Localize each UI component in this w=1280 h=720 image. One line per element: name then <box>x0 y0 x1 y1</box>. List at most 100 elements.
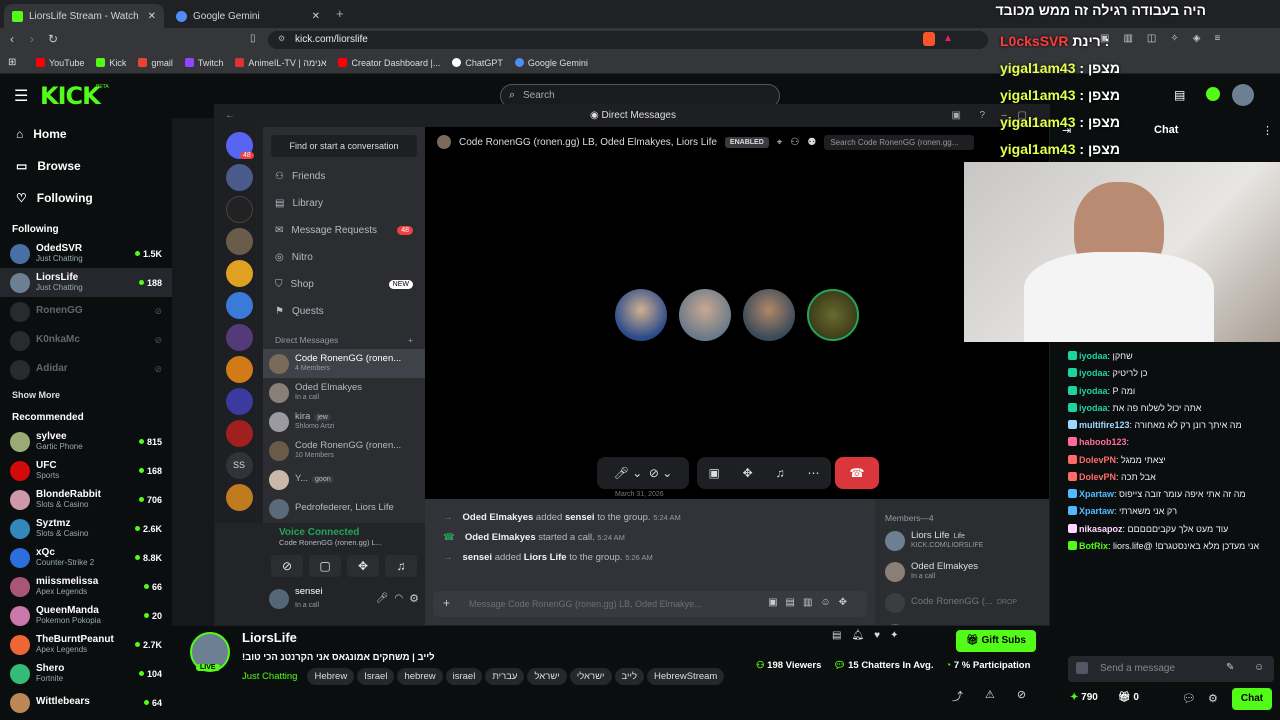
hamburger-menu-icon[interactable]: ☰ <box>14 86 28 106</box>
participant-avatar[interactable] <box>615 289 667 341</box>
follow-heart-icon[interactable]: ♥ <box>874 630 880 641</box>
chat-username[interactable]: iyodaa <box>1079 386 1108 396</box>
stream-tag[interactable]: עברית <box>485 668 525 685</box>
screen-share-icon[interactable]: ▢ <box>309 555 341 577</box>
report-icon[interactable]: ⚠ <box>985 688 995 704</box>
stream-tag[interactable]: Israel <box>357 668 395 685</box>
server-icon[interactable] <box>225 420 253 447</box>
stream-tag[interactable]: Hebrew <box>307 668 355 685</box>
dm-conversation[interactable]: Code RonenGG (ronen... 10 Members <box>263 436 425 465</box>
members-icon[interactable]: ⚉ <box>807 137 816 148</box>
dm-conversation[interactable]: kira jew Shlomo Artzi <box>263 407 425 436</box>
help-icon[interactable]: ? <box>979 105 985 127</box>
clip-icon[interactable]: ▤ <box>832 630 841 641</box>
message-actor[interactable]: Oded Elmakyes <box>465 532 536 543</box>
following-channel[interactable]: Adidar ⊘ <box>0 355 172 384</box>
streamer-name[interactable]: LiorsLife <box>242 630 297 645</box>
recommended-channel[interactable]: xQc Counter-Strike 2 8.8K <box>0 543 172 572</box>
bookmark-chatgpt[interactable]: ChatGPT <box>452 58 503 68</box>
kick-logo[interactable]: KICK <box>40 82 101 110</box>
server-icon[interactable] <box>225 292 253 319</box>
voice-channel[interactable]: Code RonenGG (ronen.gg) L... <box>263 538 425 547</box>
recommended-channel[interactable]: sylvee Gartic Phone 815 <box>0 427 172 456</box>
settings-gear-icon[interactable]: ⚙ <box>409 592 419 605</box>
dm-nav-shop[interactable]: ⛉ Shop NEW <box>263 271 425 298</box>
mute-icon[interactable]: ⊘ <box>1017 688 1026 704</box>
mic-icon[interactable]: 🎤︎ <box>376 593 389 604</box>
bookmark-animeil[interactable]: AnimeIL-TV | אנימה <box>235 58 326 68</box>
recommended-channel[interactable]: BlondeRabbit Slots & Casino 706 <box>0 485 172 514</box>
server-icon[interactable] <box>225 196 253 223</box>
server-icon[interactable] <box>225 260 253 287</box>
add-friends-icon[interactable]: ⚇ <box>790 137 799 148</box>
member-item[interactable]: sensei <box>875 618 1049 625</box>
bookmark-kick[interactable]: Kick <box>96 58 126 68</box>
disconnect-call-button[interactable]: ☎ <box>835 457 879 489</box>
recommended-channel[interactable]: Wittlebears 64 <box>0 688 172 717</box>
chat-username[interactable]: iyodaa <box>1079 368 1108 378</box>
dm-conversation[interactable]: Oded Elmakyes In a call <box>263 378 425 407</box>
server-icon[interactable] <box>225 484 253 511</box>
participant-avatar[interactable] <box>679 289 731 341</box>
extension-icon[interactable]: ✦ <box>890 630 898 641</box>
site-info-icon[interactable]: ⚙ <box>278 34 285 43</box>
brave-shield-icon[interactable] <box>923 32 935 46</box>
following-channel[interactable]: LiorsLife Just Chatting 188 <box>0 268 172 297</box>
voice-status[interactable]: Voice Connected <box>263 527 425 538</box>
recommended-channel[interactable]: Syztmz Slots & Casino 2.6K <box>0 514 172 543</box>
chat-username[interactable]: nikasapoz <box>1079 524 1123 534</box>
message-actor[interactable]: Oded Elmakyes <box>463 512 534 523</box>
nav-following[interactable]: ♡ Following <box>0 182 172 214</box>
screen-share-icon[interactable]: ▣ <box>708 466 719 480</box>
dm-nav-message-requests[interactable]: ✉ Message Requests 48 <box>263 217 425 244</box>
gift-count[interactable]: 🎁︎ 0 <box>1118 692 1139 703</box>
inbox-icon[interactable]: ▤ <box>1174 88 1185 102</box>
back-arrow-icon[interactable]: ← <box>225 105 235 127</box>
nav-browse[interactable]: ▭ Browse <box>0 150 172 182</box>
menu-icon[interactable]: ≡ <box>1214 33 1220 44</box>
attach-plus-icon[interactable]: + <box>443 596 450 610</box>
send-chat-button[interactable]: Chat <box>1232 688 1272 710</box>
member-item[interactable]: Oded Elmakyes In a call <box>875 556 1049 587</box>
server-icon[interactable] <box>225 228 253 255</box>
stream-tag[interactable]: לייב <box>614 668 644 685</box>
chat-input[interactable]: Send a message ✎ ☺ <box>1068 656 1274 682</box>
mic-toggle[interactable]: 🎤︎ ⌄ ⊘ ⌄ <box>597 457 689 489</box>
vpn-icon[interactable]: ◈ <box>1193 33 1201 44</box>
channel-points[interactable]: ✦ 790 <box>1070 692 1098 703</box>
chat-bubble-icon[interactable]: 💬︎ <box>1182 692 1196 705</box>
chat-username[interactable]: haboob123 <box>1079 437 1127 447</box>
recommended-channel[interactable]: UFC Sports 168 <box>0 456 172 485</box>
participant-avatar[interactable] <box>807 289 859 341</box>
camera-off-icon[interactable]: ⊘ <box>271 555 303 577</box>
bookmark-gmail[interactable]: gmail <box>138 58 173 68</box>
inbox-icon[interactable]: ▣ <box>952 105 961 127</box>
member-item[interactable]: Liors Life Life KICK.COM\LIORSLIFE <box>875 525 1049 556</box>
recommended-channel[interactable]: QueenManda Pokemon Pokopia 20 <box>0 601 172 630</box>
message-tools-icons[interactable]: ▣▤▥☺✥ <box>768 597 855 608</box>
soundboard-icon[interactable]: ♫ <box>385 555 417 577</box>
chat-options-icon[interactable]: ⋮ <box>1262 124 1273 137</box>
dm-nav-library[interactable]: ▤ Library <box>263 190 425 217</box>
dm-conversation[interactable]: Y... goon <box>263 465 425 494</box>
gift-subs-button[interactable]: 🎁︎ Gift Subs <box>956 630 1036 652</box>
recommended-channel[interactable]: TheBurntPeanut Apex Legends 2.7K <box>0 630 172 659</box>
nav-home[interactable]: ⌂ Home <box>0 118 172 150</box>
member-item[interactable]: Code RonenGG (... DROP <box>875 587 1049 618</box>
server-icon[interactable] <box>225 388 253 415</box>
call-search-input[interactable]: Search Code RonenGG (ronen.gg... <box>824 134 975 150</box>
new-dm-icon[interactable]: + <box>408 335 413 345</box>
forward-icon[interactable]: › <box>30 32 34 46</box>
activities-icon[interactable]: ✥ <box>743 466 753 480</box>
message-actor[interactable]: sensei <box>463 552 493 563</box>
bookmark-twitch[interactable]: Twitch <box>184 58 223 68</box>
following-channel[interactable]: RonenGG ⊘ <box>0 297 172 326</box>
dm-conversation[interactable]: Code RonenGG (ronen... 4 Members <box>263 349 425 378</box>
leo-icon[interactable]: ✧ <box>1170 33 1178 44</box>
message-input[interactable]: + Message Code RonenGG (ronen.gg) LB, Od… <box>433 591 867 617</box>
stream-tag[interactable]: ישראל <box>527 668 567 685</box>
close-tab-icon[interactable]: ✕ <box>148 11 156 22</box>
emoji-icon[interactable]: ☺ <box>1254 662 1264 673</box>
chat-username[interactable]: iyodaa <box>1079 403 1108 413</box>
pin-icon[interactable]: ⌖ <box>777 137 783 148</box>
